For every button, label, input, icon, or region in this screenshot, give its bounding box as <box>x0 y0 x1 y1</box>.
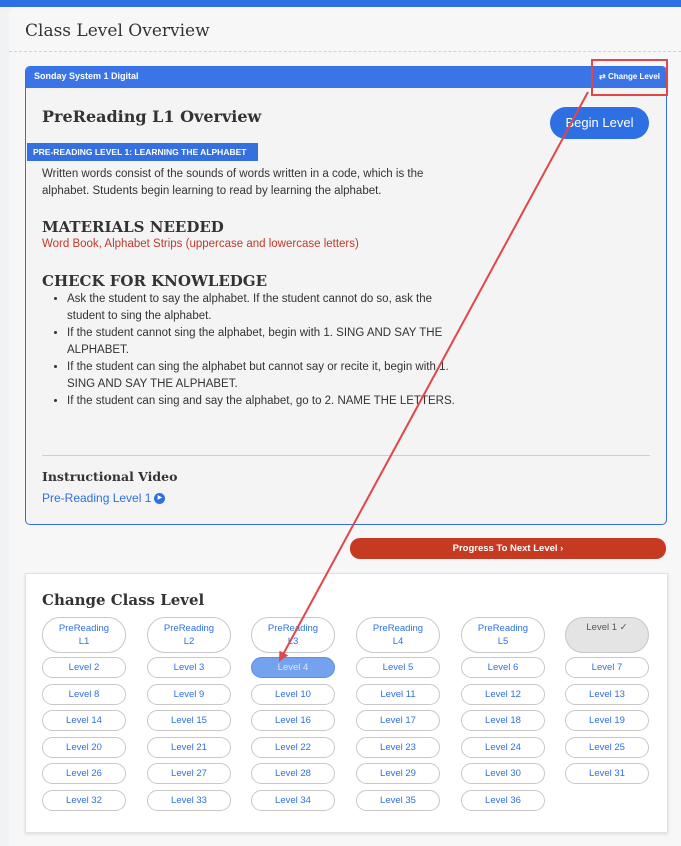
video-heading: Instructional Video <box>42 469 178 484</box>
knowledge-list: Ask the student to say the alphabet. If … <box>51 291 467 410</box>
level-button-27[interactable]: Level 27 <box>147 763 231 784</box>
video-link[interactable]: Pre-Reading Level 1 ▶ <box>42 491 166 505</box>
level-button-current[interactable]: Level 1 ✓ <box>565 617 649 653</box>
level-button-24[interactable]: Level 24 <box>461 737 545 758</box>
level-button-4[interactable]: Level 4 <box>251 657 335 678</box>
progress-label: Progress To Next Level <box>452 543 558 554</box>
level-button-15[interactable]: Level 15 <box>147 710 231 731</box>
play-circle-icon: ▶ <box>154 493 166 505</box>
level-button-14[interactable]: Level 14 <box>42 710 126 731</box>
knowledge-item: If the student can sing and say the alph… <box>67 393 467 410</box>
level-button-30[interactable]: Level 30 <box>461 763 545 784</box>
change-class-level-card: Change Class Level PreReading L1 PreReadi… <box>25 573 668 833</box>
level-button-3[interactable]: Level 3 <box>147 657 231 678</box>
materials-text: Word Book, Alphabet Strips (uppercase an… <box>42 238 359 250</box>
level-button-label: L1 <box>78 636 90 647</box>
level-button-23[interactable]: Level 23 <box>356 737 440 758</box>
level-button-7[interactable]: Level 7 <box>565 657 649 678</box>
level-button-19[interactable]: Level 19 <box>565 710 649 731</box>
level-button-31[interactable]: Level 31 <box>565 763 649 784</box>
card-divider <box>42 455 650 456</box>
level-button-6[interactable]: Level 6 <box>461 657 545 678</box>
level-button-21[interactable]: Level 21 <box>147 737 231 758</box>
level-button-33[interactable]: Level 33 <box>147 790 231 811</box>
level-button-2[interactable]: Level 2 <box>42 657 126 678</box>
card-header: Sonday System 1 Digital ⇄ Change Level <box>26 67 666 88</box>
level-button-25[interactable]: Level 25 <box>565 737 649 758</box>
level-tag: PRE-READING LEVEL 1: LEARNING THE ALPHAB… <box>27 143 258 161</box>
level-button-label: PreReading <box>267 623 319 634</box>
level-button-prereading-l5[interactable]: PreReading L5 <box>461 617 545 653</box>
level-button-label: L5 <box>497 636 509 647</box>
level-button-35[interactable]: Level 35 <box>356 790 440 811</box>
level-button-22[interactable]: Level 22 <box>251 737 335 758</box>
annotation-highlight-box <box>591 59 668 96</box>
knowledge-item: If the student cannot sing the alphabet,… <box>67 325 467 359</box>
level-button-36[interactable]: Level 36 <box>461 790 545 811</box>
level-button-label: PreReading <box>477 623 529 634</box>
materials-heading: MATERIALS NEEDED <box>42 218 224 236</box>
level-button-10[interactable]: Level 10 <box>251 684 335 705</box>
level-button-29[interactable]: Level 29 <box>356 763 440 784</box>
level-button-13[interactable]: Level 13 <box>565 684 649 705</box>
level-button-prereading-l3[interactable]: PreReading L3 <box>251 617 335 653</box>
page-title: Class Level Overview <box>25 21 210 41</box>
level-button-prereading-l4[interactable]: PreReading L4 <box>356 617 440 653</box>
level-button-12[interactable]: Level 12 <box>461 684 545 705</box>
top-accent-bar <box>0 0 681 7</box>
system-name: Sonday System 1 Digital <box>34 71 139 81</box>
level-button-28[interactable]: Level 28 <box>251 763 335 784</box>
level-button-8[interactable]: Level 8 <box>42 684 126 705</box>
change-class-level-title: Change Class Level <box>42 591 205 609</box>
overview-title: PreReading L1 Overview <box>42 107 262 126</box>
level-button-20[interactable]: Level 20 <box>42 737 126 758</box>
chevron-right-icon: › <box>560 543 564 554</box>
level-button-11[interactable]: Level 11 <box>356 684 440 705</box>
begin-level-button[interactable]: Begin Level <box>550 107 649 139</box>
knowledge-item: If the student can sing the alphabet but… <box>67 359 467 393</box>
level-button-34[interactable]: Level 34 <box>251 790 335 811</box>
level-button-label: L2 <box>183 636 195 647</box>
level-button-32[interactable]: Level 32 <box>42 790 126 811</box>
level-description: Written words consist of the sounds of w… <box>42 168 424 197</box>
level-button-16[interactable]: Level 16 <box>251 710 335 731</box>
level-button-label: PreReading <box>58 623 110 634</box>
level-button-label: L4 <box>392 636 404 647</box>
level-button-prereading-l2[interactable]: PreReading L2 <box>147 617 231 653</box>
level-button-label: PreReading <box>163 623 215 634</box>
video-link-label: Pre-Reading Level 1 <box>42 491 152 505</box>
level-button-17[interactable]: Level 17 <box>356 710 440 731</box>
level-button-18[interactable]: Level 18 <box>461 710 545 731</box>
level-button-label: L3 <box>287 636 299 647</box>
level-button-label: PreReading <box>372 623 424 634</box>
level-button-9[interactable]: Level 9 <box>147 684 231 705</box>
title-divider <box>9 51 681 52</box>
knowledge-item: Ask the student to say the alphabet. If … <box>67 291 467 325</box>
level-button-26[interactable]: Level 26 <box>42 763 126 784</box>
progress-next-level-button[interactable]: Progress To Next Level › <box>350 538 666 559</box>
level-button-prereading-l1[interactable]: PreReading L1 <box>42 617 126 653</box>
knowledge-heading: CHECK FOR KNOWLEDGE <box>42 272 268 290</box>
level-overview-card: Sonday System 1 Digital ⇄ Change Level P… <box>25 66 667 525</box>
level-button-5[interactable]: Level 5 <box>356 657 440 678</box>
